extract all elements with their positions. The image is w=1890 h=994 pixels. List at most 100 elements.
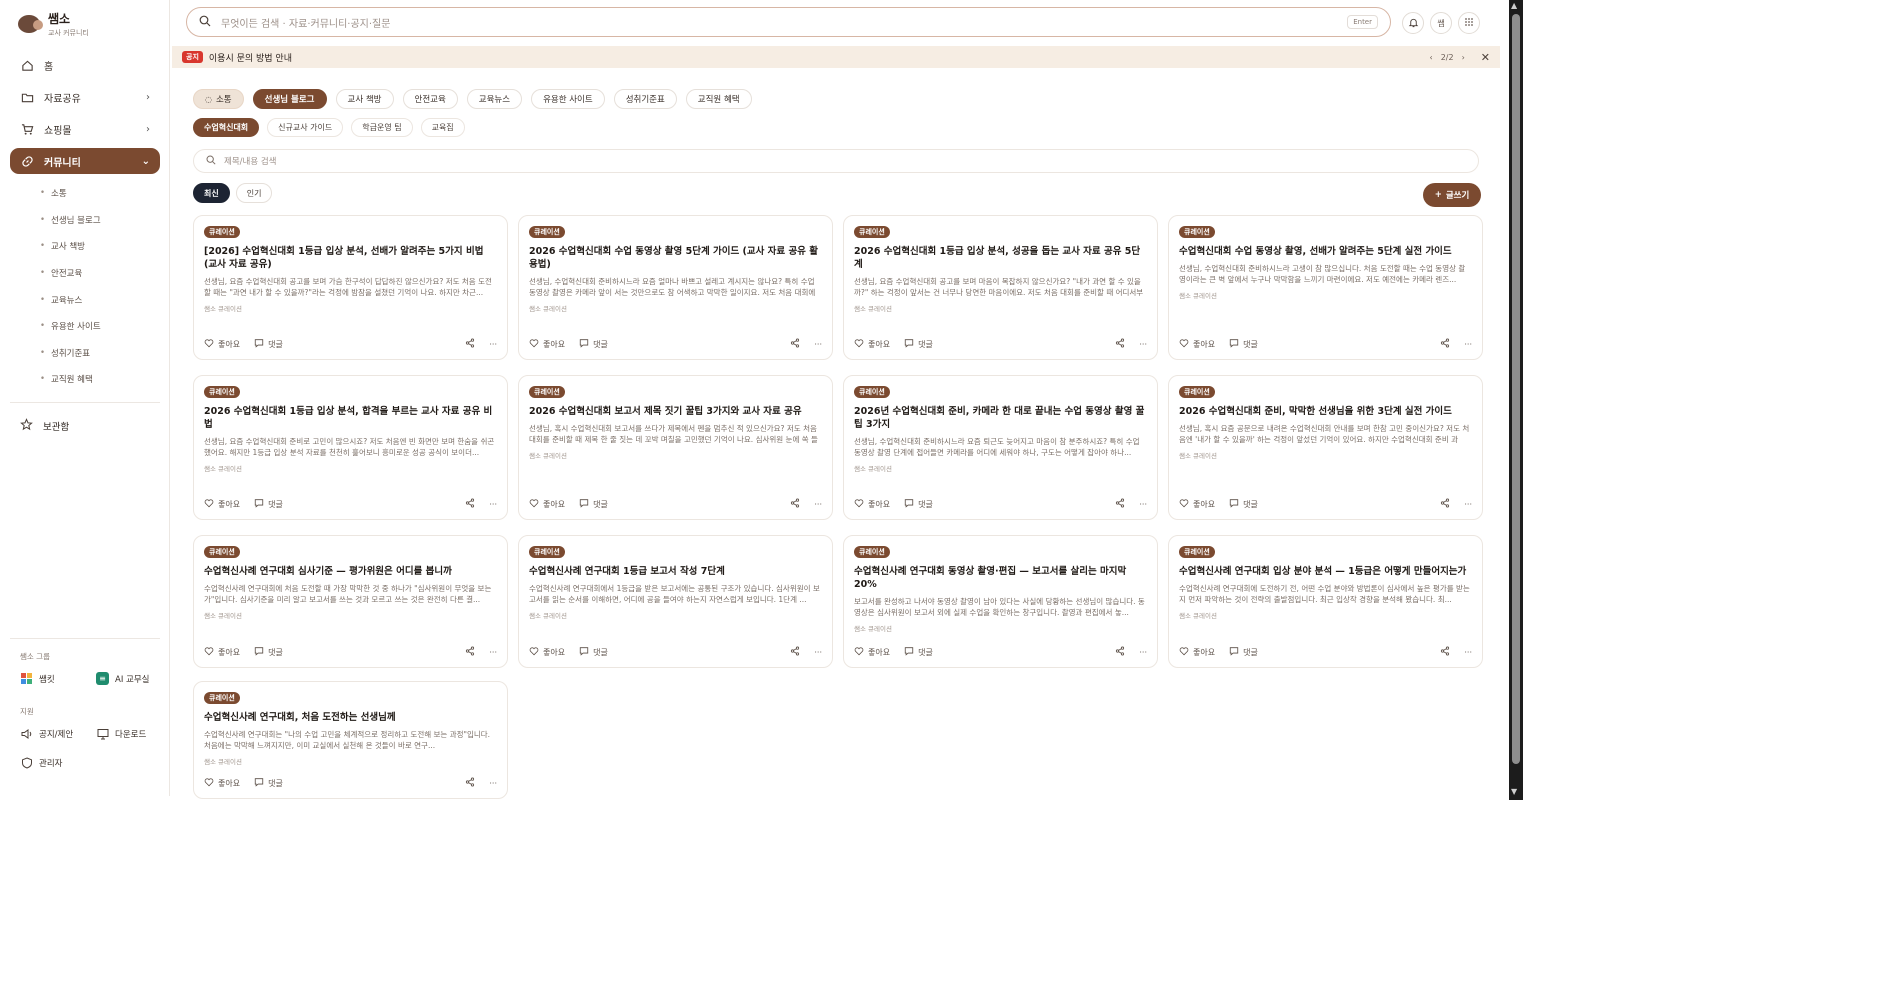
post-card[interactable]: 큐레이션 2026 수업혁신대회 준비, 막막한 선생님을 위한 3단계 실전 가… [1168, 375, 1483, 520]
close-icon[interactable]: ✕ [1481, 51, 1490, 64]
notification-button[interactable] [1402, 12, 1424, 34]
subnav-item[interactable]: 유용한 사이트 [40, 313, 160, 340]
subnav-item[interactable]: 교사 책방 [40, 233, 160, 260]
more-icon[interactable]: ··· [1464, 648, 1472, 657]
like-button[interactable]: 좋아요 [204, 777, 240, 789]
apps-button[interactable] [1458, 12, 1480, 34]
more-icon[interactable]: ··· [1139, 648, 1147, 657]
more-icon[interactable]: ··· [1139, 340, 1147, 349]
share-icon[interactable] [790, 338, 800, 350]
post-title[interactable]: 수업혁신대회 수업 동영상 촬영, 선배가 알려주는 5단계 실전 가이드 [1179, 245, 1472, 258]
like-button[interactable]: 좋아요 [529, 646, 565, 658]
like-button[interactable]: 좋아요 [1179, 498, 1215, 510]
more-icon[interactable]: ··· [489, 340, 497, 349]
post-title[interactable]: 수업혁신사례 연구대회, 처음 도전하는 선생님께 [204, 711, 497, 724]
post-title[interactable]: 수업혁신사례 연구대회 동영상 촬영·편집 — 보고서를 살리는 마지막 20% [854, 565, 1147, 591]
tab-category[interactable]: 교육뉴스 [466, 89, 523, 109]
subnav-item[interactable]: 소통 [40, 180, 160, 207]
subtab[interactable]: 신규교사 가이드 [267, 118, 344, 137]
subtab[interactable]: 학급운영 팁 [351, 118, 413, 137]
comment-button[interactable]: 댓글 [1229, 338, 1258, 350]
comment-button[interactable]: 댓글 [579, 498, 608, 510]
quick-link-samkit[interactable]: 쌤킷 [20, 672, 55, 685]
post-title[interactable]: 2026 수업혁신대회 보고서 제목 짓기 꿀팁 3가지와 교사 자료 공유 [529, 405, 822, 418]
post-card[interactable]: 큐레이션 2026 수업혁신대회 1등급 입상 분석, 합격을 부르는 교사 자료… [193, 375, 508, 520]
share-icon[interactable] [790, 646, 800, 658]
sort-popular-button[interactable]: 인기 [235, 183, 273, 203]
more-icon[interactable]: ··· [1139, 500, 1147, 509]
subnav-item[interactable]: 선생님 블로그 [40, 207, 160, 234]
share-icon[interactable] [1115, 646, 1125, 658]
comment-button[interactable]: 댓글 [1229, 498, 1258, 510]
prev-notice-button[interactable]: ‹ [1430, 53, 1433, 62]
comment-button[interactable]: 댓글 [1229, 646, 1258, 658]
like-button[interactable]: 좋아요 [1179, 646, 1215, 658]
post-card[interactable]: 큐레이션 2026 수업혁신대회 보고서 제목 짓기 꿀팁 3가지와 교사 자료 … [518, 375, 833, 520]
post-title[interactable]: 수업혁신사례 연구대회 심사기준 — 평가위원은 어디를 봅니까 [204, 565, 497, 578]
comment-button[interactable]: 댓글 [904, 646, 933, 658]
like-button[interactable]: 좋아요 [529, 498, 565, 510]
share-icon[interactable] [1440, 646, 1450, 658]
like-button[interactable]: 좋아요 [204, 498, 240, 510]
post-title[interactable]: 수업혁신사례 연구대회 입상 분야 분석 — 1등급은 어떻게 만들어지는가 [1179, 565, 1472, 578]
subnav-item[interactable]: 안전교육 [40, 260, 160, 287]
comment-button[interactable]: 댓글 [904, 498, 933, 510]
post-card[interactable]: 큐레이션 2026 수업혁신대회 1등급 입상 분석, 성공을 돕는 교사 자료 … [843, 215, 1158, 360]
quick-link-ai-office[interactable]: ≡ AI 교무실 [96, 672, 149, 685]
tab-category[interactable]: 교사 책방 [335, 89, 394, 109]
comment-button[interactable]: 댓글 [254, 338, 283, 350]
share-icon[interactable] [1115, 498, 1125, 510]
global-search-input[interactable]: 무엇이든 검색 · 자료·커뮤니티·공지·질문 Enter [186, 7, 1391, 37]
scroll-down-icon[interactable]: ▼ [1511, 787, 1517, 796]
tab-category[interactable]: 선생님 블로그 [252, 89, 327, 109]
scroll-up-icon[interactable]: ▲ [1511, 1, 1517, 10]
nav-item-resources[interactable]: 자료공유 › [10, 84, 160, 110]
scrollbar[interactable]: ▲ ▼ [1509, 0, 1523, 800]
comment-button[interactable]: 댓글 [254, 777, 283, 789]
share-icon[interactable] [465, 646, 475, 658]
more-icon[interactable]: ··· [814, 648, 822, 657]
post-card[interactable]: 큐레이션 수업혁신사례 연구대회 동영상 촬영·편집 — 보고서를 살리는 마지막… [843, 535, 1158, 668]
share-icon[interactable] [465, 338, 475, 350]
tab-category[interactable]: 교직원 혜택 [685, 89, 752, 109]
post-card[interactable]: 큐레이션 수업혁신사례 연구대회, 처음 도전하는 선생님께 수업혁신사례 연구대회… [193, 681, 508, 799]
post-title[interactable]: [2026] 수업혁신대회 1등급 입상 분석, 선배가 알려주는 5가지 비법… [204, 245, 497, 271]
post-card[interactable]: 큐레이션 [2026] 수업혁신대회 1등급 입상 분석, 선배가 알려주는 5가… [193, 215, 508, 360]
like-button[interactable]: 좋아요 [204, 646, 240, 658]
tab-category[interactable]: 안전교육 [402, 89, 458, 109]
subnav-item[interactable]: 교육뉴스 [40, 286, 160, 313]
post-card[interactable]: 큐레이션 수업혁신사례 연구대회 심사기준 — 평가위원은 어디를 봅니까 수업혁신… [193, 535, 508, 668]
comment-button[interactable]: 댓글 [579, 646, 608, 658]
post-card[interactable]: 큐레이션 수업혁신대회 수업 동영상 촬영, 선배가 알려주는 5단계 실전 가이… [1168, 215, 1483, 360]
nav-item-home[interactable]: 홈 [10, 52, 160, 78]
comment-button[interactable]: 댓글 [254, 646, 283, 658]
quick-link-admin[interactable]: 관리자 [20, 756, 62, 769]
subnav-item[interactable]: 교직원 혜택 [40, 366, 160, 393]
more-icon[interactable]: ··· [489, 779, 497, 788]
post-card[interactable]: 큐레이션 2026 수업혁신대회 수업 동영상 촬영 5단계 가이드 (교사 자료… [518, 215, 833, 360]
like-button[interactable]: 좋아요 [854, 646, 890, 658]
like-button[interactable]: 좋아요 [204, 338, 240, 350]
post-card[interactable]: 큐레이션 수업혁신사례 연구대회 1등급 보고서 작성 7단계 수업혁신사례 연구대… [518, 535, 833, 668]
like-button[interactable]: 좋아요 [1179, 338, 1215, 350]
more-icon[interactable]: ··· [1464, 340, 1472, 349]
like-button[interactable]: 좋아요 [854, 338, 890, 350]
like-button[interactable]: 좋아요 [529, 338, 565, 350]
more-icon[interactable]: ··· [814, 500, 822, 509]
next-notice-button[interactable]: › [1462, 53, 1465, 62]
quick-link-notice[interactable]: 공지/제안 [20, 727, 73, 740]
post-card[interactable]: 큐레이션 수업혁신사례 연구대회 입상 분야 분석 — 1등급은 어떻게 만들어지… [1168, 535, 1483, 668]
comment-button[interactable]: 댓글 [579, 338, 608, 350]
tab-category[interactable]: 유용한 사이트 [531, 89, 605, 109]
post-title[interactable]: 2026 수업혁신대회 1등급 입상 분석, 합격을 부르는 교사 자료 공유 … [204, 405, 497, 431]
quick-link-download[interactable]: 다운로드 [96, 727, 146, 740]
write-post-button[interactable]: + 글쓰기 [1423, 183, 1481, 207]
more-icon[interactable]: ··· [489, 500, 497, 509]
post-title[interactable]: 2026 수업혁신대회 수업 동영상 촬영 5단계 가이드 (교사 자료 공유 … [529, 245, 822, 271]
post-title[interactable]: 2026 수업혁신대회 1등급 입상 분석, 성공을 돕는 교사 자료 공유 5… [854, 245, 1147, 271]
comment-button[interactable]: 댓글 [904, 338, 933, 350]
profile-button[interactable]: 쌤 [1430, 12, 1452, 34]
tab-category[interactable]: 성취기준표 [613, 89, 677, 109]
brand[interactable]: 쌤소 교사 커뮤니티 [18, 10, 89, 38]
subnav-item[interactable]: 성취기준표 [40, 340, 160, 367]
